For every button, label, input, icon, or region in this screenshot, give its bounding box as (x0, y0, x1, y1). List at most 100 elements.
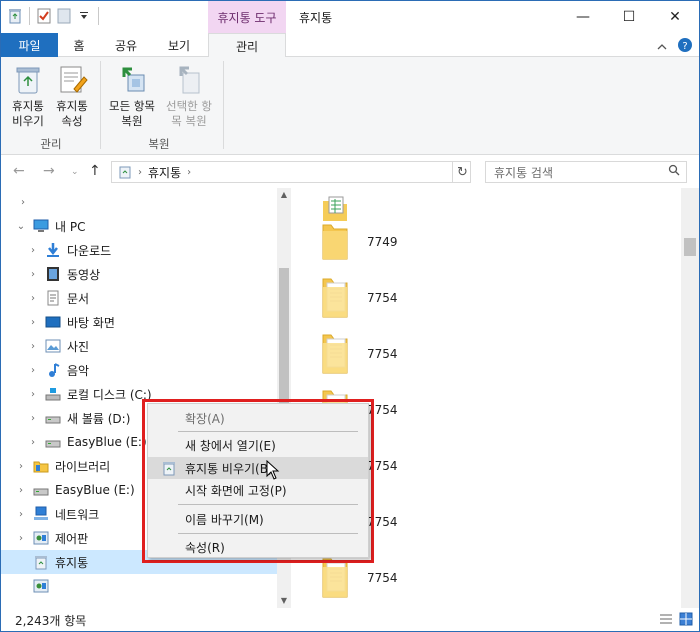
restore-all-button[interactable]: 모든 항목 복원 (105, 63, 159, 129)
close-button[interactable]: ✕ (652, 1, 698, 33)
chevron-down-icon[interactable]: ⌄ (15, 221, 27, 232)
chevron-right-icon[interactable]: › (27, 341, 39, 352)
customize-qat-icon[interactable] (76, 7, 92, 25)
zip-folder-icon (321, 331, 349, 378)
tree-item-label: EasyBlue (E:) (67, 435, 147, 449)
list-item[interactable]: 7749 (321, 214, 398, 270)
tree-item[interactable]: › 바탕 화면 (1, 310, 277, 334)
menu-item-pin-to-start[interactable]: 시작 화면에 고정(P) (148, 479, 368, 501)
tree-item-label: 내 PC (55, 219, 86, 234)
recycle-bin-properties-button[interactable]: 휴지통 속성 (51, 63, 93, 129)
search-box[interactable]: 휴지통 검색 (485, 161, 687, 183)
chevron-right-icon[interactable]: › (27, 365, 39, 376)
maximize-button[interactable]: ☐ (606, 1, 652, 33)
tree-item-label: 문서 (67, 291, 90, 306)
up-icon[interactable]: ↑ (89, 163, 101, 179)
tree-item[interactable]: › 동영상 (1, 262, 277, 286)
tree-item-label: 네트워크 (55, 507, 100, 522)
menu-item-rename[interactable]: 이름 바꾸기(M) (148, 508, 368, 530)
minimize-button[interactable]: — (560, 1, 606, 33)
library-icon (33, 458, 49, 474)
tree-item-label: EasyBlue (E:) (55, 483, 135, 497)
scroll-up-icon[interactable]: ▲ (277, 188, 291, 202)
search-icon[interactable] (668, 164, 680, 179)
details-view-icon[interactable] (659, 612, 673, 629)
mouse-cursor-icon (266, 460, 280, 480)
forward-icon[interactable]: → (43, 163, 55, 179)
menu-separator (178, 504, 358, 505)
restore-selected-button[interactable]: 선택한 항목 복원 (161, 63, 217, 129)
video-icon (45, 266, 61, 282)
navigation-bar: ← → ⌄ ↑ › 휴지통 › ↻ 휴지통 검색 (1, 156, 699, 188)
chevron-right-icon[interactable]: › (27, 317, 39, 328)
tab-view[interactable]: 보기 (157, 33, 201, 57)
recycle-bin-icon[interactable] (7, 7, 23, 25)
tree-item-label: 라이브러리 (55, 459, 111, 474)
chevron-right-icon[interactable]: › (17, 197, 29, 208)
group-restore-label: 복원 (148, 137, 170, 151)
item-count: 2,243개 항목 (15, 613, 87, 628)
menu-item-empty-recycle-bin[interactable]: 휴지통 비우기(B) (148, 457, 368, 479)
back-icon[interactable]: ← (13, 163, 25, 179)
tree-item-label: 바탕 화면 (67, 315, 115, 330)
tree-item[interactable]: ⌄ 내 PC (1, 214, 277, 238)
chevron-right-icon[interactable]: › (15, 533, 27, 544)
drive-icon (45, 410, 61, 426)
network-icon (33, 506, 49, 522)
tree-item[interactable]: › 음악 (1, 358, 277, 382)
chevron-right-icon[interactable]: › (27, 413, 39, 424)
new-folder-icon[interactable] (56, 7, 72, 25)
chevron-right-icon[interactable]: › (15, 485, 27, 496)
tree-item-collapsed-top[interactable]: › (1, 190, 277, 214)
breadcrumb-recycle-bin[interactable]: 휴지통 (148, 164, 181, 181)
group-separator (223, 61, 224, 149)
recent-locations-icon[interactable]: ⌄ (71, 167, 79, 177)
chevron-right-icon[interactable]: › (15, 461, 27, 472)
chevron-right-icon[interactable]: › (27, 245, 39, 256)
tab-manage[interactable]: 관리 (208, 33, 286, 58)
chevron-right-icon[interactable]: › (27, 389, 39, 400)
file-name: 7754 (367, 291, 398, 305)
chevron-right-icon[interactable]: › (15, 509, 27, 520)
scrollbar-thumb[interactable] (684, 238, 696, 256)
chevron-right-icon[interactable]: › (27, 293, 39, 304)
document-icon (45, 290, 61, 306)
control-panel-icon (33, 530, 49, 546)
empty-recycle-bin-button[interactable]: 휴지통 비우기 (7, 63, 49, 129)
large-icons-view-icon[interactable] (679, 612, 693, 629)
list-item[interactable]: 7754 (321, 270, 398, 326)
pictures-icon (45, 338, 61, 354)
menu-item-open-new-window[interactable]: 새 창에서 열기(E) (148, 434, 368, 456)
explorer-window: 휴지통 도구 휴지통 — ☐ ✕ 파일 홈 공유 보기 관리 ? 휴지통 비우기… (0, 0, 700, 632)
list-item[interactable]: 7754 (321, 326, 398, 382)
properties-icon[interactable] (36, 7, 52, 25)
help-icon[interactable]: ? (677, 37, 693, 56)
computer-icon (33, 218, 49, 234)
tree-item[interactable] (1, 574, 277, 598)
chevron-right-icon[interactable]: › (27, 269, 39, 280)
tab-share[interactable]: 공유 (106, 33, 146, 57)
tree-item[interactable]: › 사진 (1, 334, 277, 358)
tab-file[interactable]: 파일 (1, 33, 58, 57)
tree-item-label: 휴지통 (55, 555, 89, 570)
tree-item-label: 다운로드 (67, 243, 112, 258)
menu-item-expand[interactable]: 확장(A) (148, 407, 368, 429)
address-bar[interactable]: › 휴지통 › (111, 161, 471, 183)
refresh-button[interactable]: ↻ (452, 162, 472, 182)
properties-label: 휴지통 속성 (56, 99, 88, 128)
tree-item-label: 동영상 (67, 267, 101, 282)
title-bar: 휴지통 도구 휴지통 — ☐ ✕ (1, 1, 699, 33)
tree-item[interactable]: › 다운로드 (1, 238, 277, 262)
chevron-right-icon[interactable]: › (27, 437, 39, 448)
restore-all-icon (122, 67, 145, 92)
ribbon: 휴지통 비우기 휴지통 속성 관리 모든 항목 복원 선택한 항목 복원 복원 (1, 57, 699, 155)
collapse-ribbon-icon[interactable] (657, 40, 667, 54)
tab-home[interactable]: 홈 (63, 33, 95, 57)
scroll-down-icon[interactable]: ▼ (277, 594, 291, 608)
recycle-bin-tools-tab-title: 휴지통 도구 (208, 1, 286, 33)
breadcrumb-chevron-icon[interactable]: › (187, 167, 191, 178)
tree-item[interactable]: › 문서 (1, 286, 277, 310)
quick-access-toolbar (7, 7, 101, 25)
menu-item-properties[interactable]: 속성(R) (148, 536, 368, 558)
file-list-scrollbar[interactable] (681, 188, 699, 608)
